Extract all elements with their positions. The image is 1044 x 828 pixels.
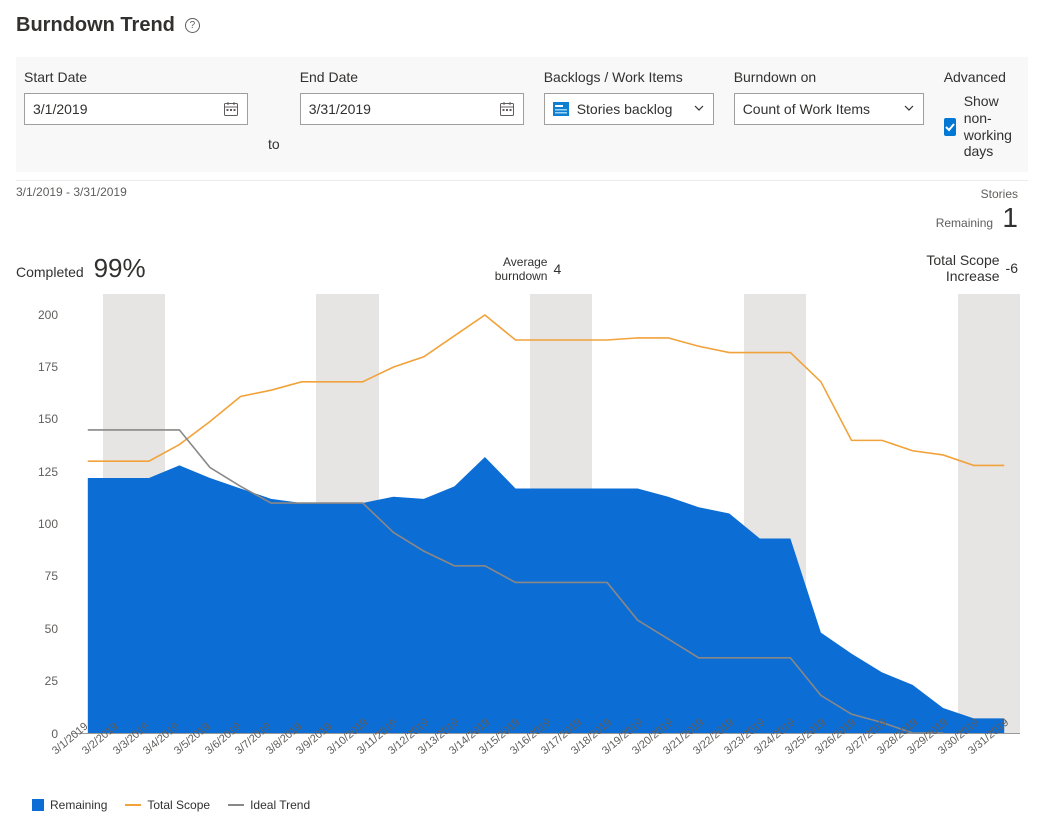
chart-legend: Remaining Total Scope Ideal Trend	[16, 798, 1028, 812]
completed-value: 99%	[94, 253, 146, 283]
backlogs-label: Backlogs / Work Items	[544, 69, 714, 85]
backlogs-select[interactable]: Stories backlog	[544, 93, 714, 125]
advanced-label: Advanced	[944, 69, 1020, 85]
to-text: to	[268, 136, 280, 160]
y-tick: 175	[38, 360, 58, 374]
scope-label-2: Increase	[946, 268, 1000, 284]
start-date-input[interactable]: 3/1/2019	[24, 93, 248, 125]
legend-total-scope: Total Scope	[125, 798, 210, 812]
stat-completed: Completed 99%	[16, 253, 146, 284]
stories-label: Stories	[981, 187, 1018, 201]
y-tick: 100	[38, 517, 58, 531]
y-tick: 75	[45, 569, 58, 583]
page-title: Burndown Trend	[16, 14, 175, 37]
burndown-on-value: Count of Work Items	[743, 101, 870, 117]
backlogs-value: Stories backlog	[577, 101, 673, 117]
y-tick: 0	[51, 727, 58, 741]
legend-ideal: Ideal Trend	[228, 798, 310, 812]
remaining-value: 1	[1002, 202, 1018, 233]
end-date-value: 3/31/2019	[309, 101, 371, 117]
scope-value: -6	[1006, 260, 1018, 276]
legend-label-ideal: Ideal Trend	[250, 798, 310, 812]
avg-value: 4	[553, 261, 561, 277]
y-tick: 25	[45, 674, 58, 688]
scope-label-1: Total Scope	[926, 252, 999, 268]
series-remaining	[88, 457, 1004, 733]
burndown-on-label: Burndown on	[734, 69, 924, 85]
completed-label: Completed	[16, 264, 84, 280]
legend-label-remaining: Remaining	[50, 798, 107, 812]
calendar-icon	[499, 101, 515, 117]
stat-total-scope-increase: Total Scope Increase -6	[926, 252, 1018, 284]
start-date-value: 3/1/2019	[33, 101, 88, 117]
y-tick: 150	[38, 412, 58, 426]
calendar-icon	[223, 101, 239, 117]
legend-swatch-total-scope	[125, 804, 141, 806]
end-date-label: End Date	[300, 69, 524, 85]
remaining-label: Remaining	[936, 216, 993, 230]
stat-stories-remaining: Stories Remaining 1	[936, 185, 1018, 233]
avg-label-1: Average	[503, 255, 547, 269]
controls-bar: Start Date 3/1/2019 to End Date 3/31/201…	[16, 57, 1028, 172]
show-nonworking-checkbox[interactable]	[944, 118, 956, 136]
legend-remaining: Remaining	[32, 798, 107, 812]
stat-average-burndown: Average burndown 4	[495, 255, 562, 284]
show-nonworking-label: Show non-working days	[964, 93, 1020, 160]
y-tick: 50	[45, 622, 58, 636]
chart-card: 3/1/2019 - 3/31/2019 Stories Remaining 1…	[16, 180, 1028, 811]
legend-swatch-ideal	[228, 804, 244, 806]
chevron-down-icon	[693, 101, 705, 117]
legend-swatch-remaining	[32, 799, 44, 811]
help-icon[interactable]: ?	[185, 18, 200, 33]
series-total-scope	[88, 315, 1004, 465]
chart-y-axis: 0255075100125150175200	[16, 294, 64, 734]
legend-label-total-scope: Total Scope	[147, 798, 210, 812]
stories-icon	[553, 102, 569, 116]
chart-x-axis: 3/1/20193/2/20193/3/20193/4/20193/5/2019…	[72, 738, 1020, 774]
chevron-down-icon	[903, 101, 915, 117]
y-tick: 125	[38, 465, 58, 479]
date-range-text: 3/1/2019 - 3/31/2019	[16, 185, 127, 199]
avg-label-2: burndown	[495, 269, 548, 283]
end-date-input[interactable]: 3/31/2019	[300, 93, 524, 125]
start-date-label: Start Date	[24, 69, 248, 85]
chart-plot	[72, 294, 1020, 734]
y-tick: 200	[38, 308, 58, 322]
burndown-on-select[interactable]: Count of Work Items	[734, 93, 924, 125]
